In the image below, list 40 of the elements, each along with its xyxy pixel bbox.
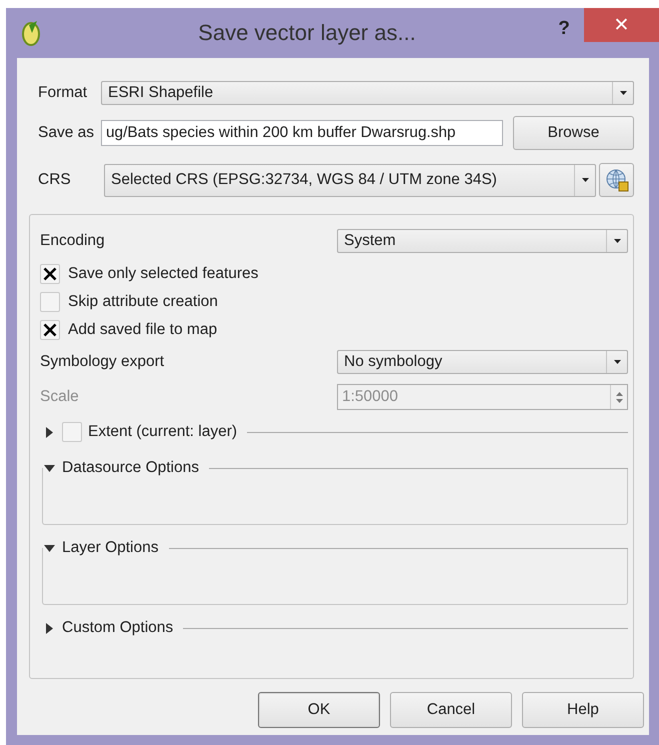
field-label: Save as <box>38 124 96 142</box>
field-label: Scale <box>40 388 80 406</box>
section-title: Extent (current: layer) <box>88 423 238 441</box>
collapse-arrow-icon[interactable] <box>44 464 54 472</box>
section-title: Layer Options <box>62 539 158 557</box>
section-title: Custom Options <box>62 619 174 637</box>
section-title: Datasource Options <box>62 459 199 477</box>
checkbox[interactable] <box>62 422 82 442</box>
caret-icon <box>620 91 626 95</box>
checkbox-label: Skip attribute creation <box>68 293 218 311</box>
logo-icon <box>20 19 42 47</box>
dialog-button[interactable]: Cancel <box>390 692 512 728</box>
caret-icon <box>582 178 588 182</box>
caret-icon <box>614 360 620 364</box>
checkbox-label: Add saved file to map <box>68 321 218 339</box>
file-path-field[interactable]: ug/Bats species within 200 km buffer Dwarsrug.shp <box>101 120 503 146</box>
expand-arrow-icon[interactable] <box>46 622 52 634</box>
crs-select-button[interactable] <box>599 163 634 197</box>
collapse-arrow-icon[interactable] <box>44 544 54 552</box>
crs-dropdown[interactable]: Selected CRS (EPSG:32734, WGS 84 / UTM zone 34S) <box>104 164 596 196</box>
field-label: Format <box>38 84 88 102</box>
globe-icon <box>604 168 628 192</box>
dialog-button[interactable]: OK <box>258 692 380 728</box>
field-label: CRS <box>38 171 72 189</box>
field-label: Encoding <box>40 232 106 250</box>
field-label: Symbology export <box>40 353 166 371</box>
help-button[interactable]: ? <box>544 18 584 40</box>
checkbox[interactable] <box>40 320 60 340</box>
browse-button[interactable]: Browse <box>513 116 634 150</box>
checkbox[interactable] <box>40 292 60 312</box>
symbology-dropdown[interactable]: No symbology <box>337 350 628 374</box>
dialog-button[interactable]: Help <box>522 692 644 728</box>
expand-arrow-icon[interactable] <box>46 426 52 438</box>
close-button[interactable]: ✕ <box>584 8 659 42</box>
checkbox-label: Save only selected features <box>68 265 258 283</box>
caret-icon <box>614 239 620 243</box>
encoding-dropdown[interactable]: System <box>337 229 628 253</box>
format-dropdown[interactable]: ESRI Shapefile <box>101 81 634 105</box>
checkbox[interactable] <box>40 264 60 284</box>
window-title: Save vector layer as... <box>197 20 417 46</box>
